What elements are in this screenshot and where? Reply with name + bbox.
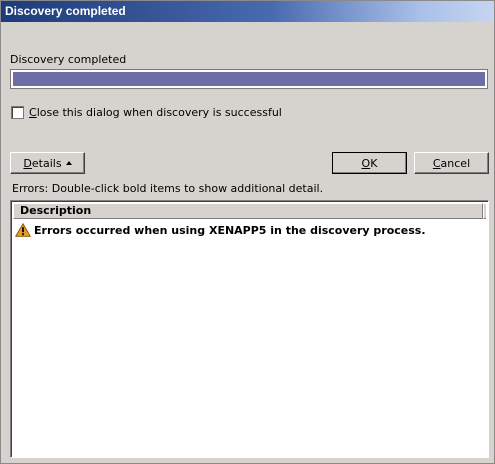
ok-button[interactable]: OK [332,152,407,174]
discovery-dialog: Discovery completed Discovery completed … [0,0,495,464]
details-button[interactable]: Details [10,152,85,174]
progress-fill [13,72,485,86]
status-label: Discovery completed [10,53,127,66]
window-title: Discovery completed [5,4,126,18]
chevron-up-icon [65,161,72,165]
list-header: Description [13,203,486,219]
column-header-filler [483,203,486,219]
close-on-success-row[interactable]: Close this dialog when discovery is succ… [11,105,282,119]
title-bar[interactable]: Discovery completed [1,1,494,22]
details-label: etails [31,156,62,170]
details-mnemonic: D [23,156,32,170]
checkbox-mnemonic: C [29,105,37,119]
close-on-success-checkbox[interactable] [11,105,24,119]
errors-hint: Errors: Double-click bold items to show … [12,182,324,195]
close-on-success-label[interactable]: Close this dialog when discovery is succ… [29,106,282,119]
cancel-button[interactable]: Cancel [414,152,489,174]
ok-label: K [370,156,378,170]
progress-track [12,71,486,87]
column-header-description[interactable]: Description [13,203,483,219]
checkbox-label-text: lose this dialog when discovery is succe… [36,105,282,119]
warning-icon [15,223,31,237]
list-item[interactable]: Errors occurred when using XENAPP5 in th… [15,222,426,238]
cancel-mnemonic: C [432,156,441,170]
cancel-label: ancel [440,156,471,170]
ok-mnemonic: O [361,156,371,170]
errors-list[interactable]: Description Errors occurred when using X… [10,200,489,458]
list-item-text: Errors occurred when using XENAPP5 in th… [34,223,426,237]
discovery-progress-bar [10,69,488,89]
